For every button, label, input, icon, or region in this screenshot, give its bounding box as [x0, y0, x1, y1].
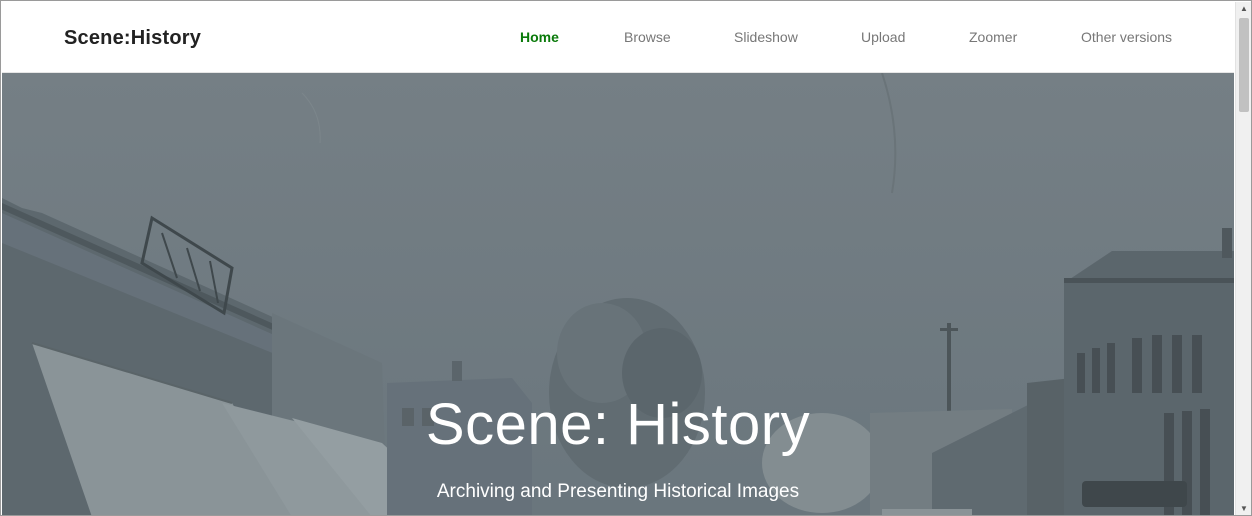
hero-title: Scene: History — [425, 392, 811, 457]
top-navbar: Scene:History Home Browse Slideshow Uplo… — [2, 2, 1234, 73]
nav-browse[interactable]: Browse — [624, 29, 671, 45]
browser-viewport: Scene:History Home Browse Slideshow Uplo… — [0, 0, 1252, 516]
triangle-down-icon[interactable]: ▼ — [1236, 502, 1251, 515]
scrollbar-thumb[interactable] — [1239, 18, 1249, 112]
nav-slideshow[interactable]: Slideshow — [734, 29, 798, 45]
hero-subtitle: Archiving and Presenting Historical Imag… — [436, 481, 800, 502]
nav-zoomer[interactable]: Zoomer — [969, 29, 1017, 45]
hero-banner: Scene: History Archiving and Presenting … — [2, 73, 1234, 515]
nav-home[interactable]: Home — [520, 29, 559, 45]
vertical-scrollbar[interactable]: ▲ ▼ — [1235, 2, 1251, 515]
site-brand[interactable]: Scene:History — [64, 27, 201, 50]
nav-upload[interactable]: Upload — [861, 29, 905, 45]
triangle-up-icon[interactable]: ▲ — [1236, 2, 1251, 16]
nav-other-versions[interactable]: Other versions — [1081, 29, 1172, 45]
